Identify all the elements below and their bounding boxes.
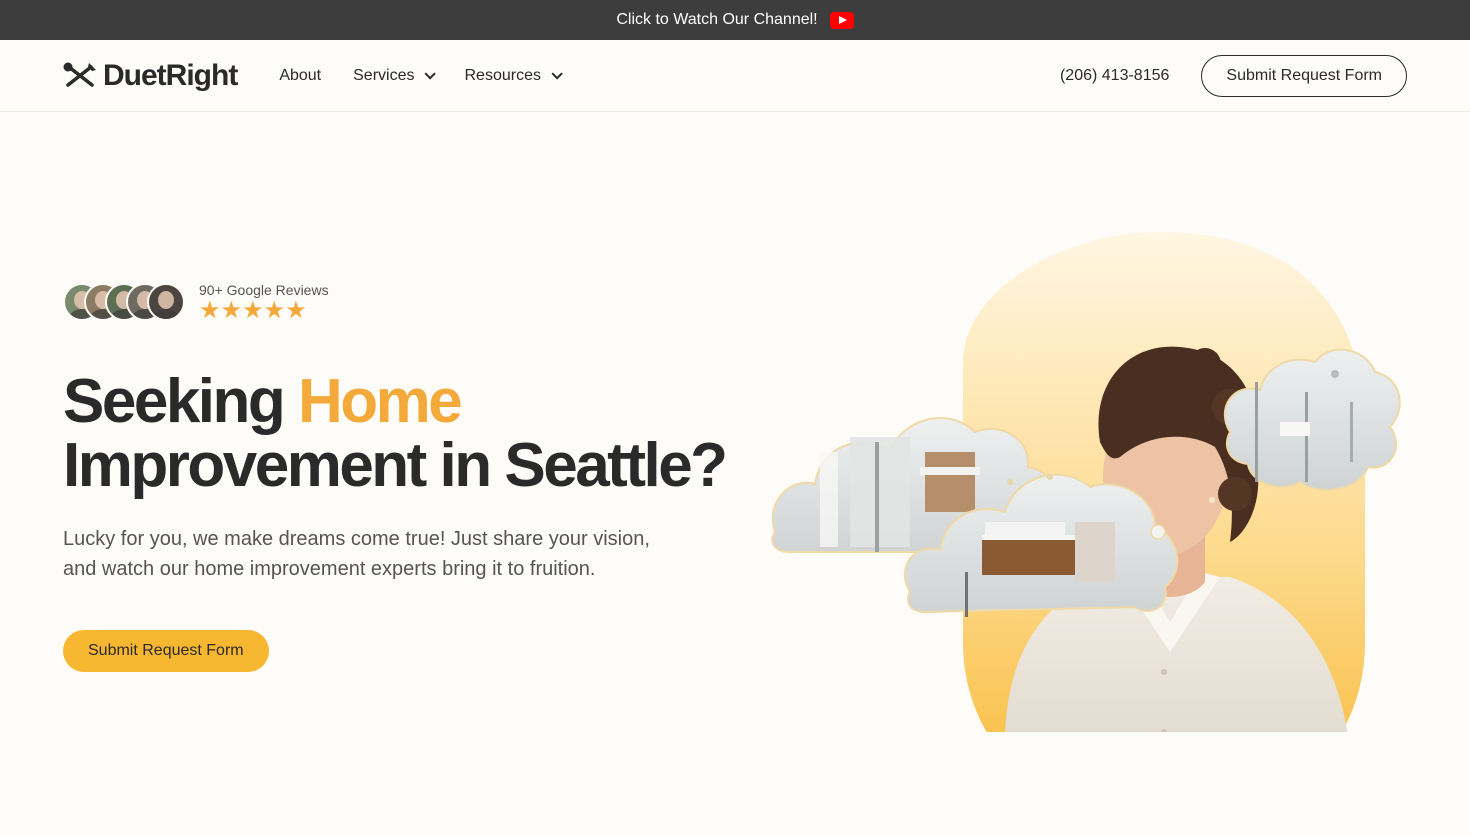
nav-link-about[interactable]: About [279, 67, 321, 85]
nav-link-resources-label: Resources [464, 66, 541, 84]
headline-accent: Home [298, 367, 463, 436]
submit-request-button-nav[interactable]: Submit Request Form [1201, 54, 1407, 97]
tools-icon [63, 62, 96, 87]
headline-part1: Seeking [63, 367, 298, 436]
chevron-down-icon [551, 67, 563, 80]
main-nav: DuetRight About Services Resources (206)… [0, 40, 1470, 112]
avatar [147, 283, 185, 321]
google-reviews[interactable]: 90+ Google Reviews ★★★★★ [63, 282, 329, 324]
logo[interactable]: DuetRight [63, 58, 238, 93]
nav-links: About Services Resources [279, 66, 563, 85]
chevron-down-icon [424, 67, 437, 80]
nav-link-about-label: About [279, 66, 322, 84]
submit-request-button-hero[interactable]: Submit Request Form [63, 630, 269, 672]
youtube-icon [829, 11, 854, 29]
hero-headline: Seeking Home Improvement in Seattle? [63, 367, 728, 500]
nav-link-services-label: Services [353, 66, 415, 84]
nav-right: (206) 413-8156 Submit Request Form [1060, 54, 1407, 97]
hero-illustration [760, 232, 1420, 832]
nav-link-resources[interactable]: Resources [464, 66, 563, 85]
reviews-count-text: 90+ Google Reviews [199, 282, 329, 298]
nav-link-services[interactable]: Services [353, 66, 437, 85]
headline-part2: Improvement in Seattle? [63, 431, 728, 500]
review-meta: 90+ Google Reviews ★★★★★ [199, 282, 329, 324]
hero-illustration-svg [771, 232, 1401, 832]
logo-text: DuetRight [103, 58, 238, 92]
reviewer-avatars [63, 283, 185, 321]
channel-banner[interactable]: Click to Watch Our Channel! [0, 0, 1470, 40]
channel-banner-text: Click to Watch Our Channel! [616, 11, 818, 28]
hero-subtext: Lucky for you, we make dreams come true!… [63, 528, 650, 580]
phone-link[interactable]: (206) 413-8156 [1060, 67, 1169, 85]
star-rating-icon: ★★★★★ [199, 297, 307, 324]
hero-section: 90+ Google Reviews ★★★★★ Seeking Home Im… [0, 112, 1470, 835]
